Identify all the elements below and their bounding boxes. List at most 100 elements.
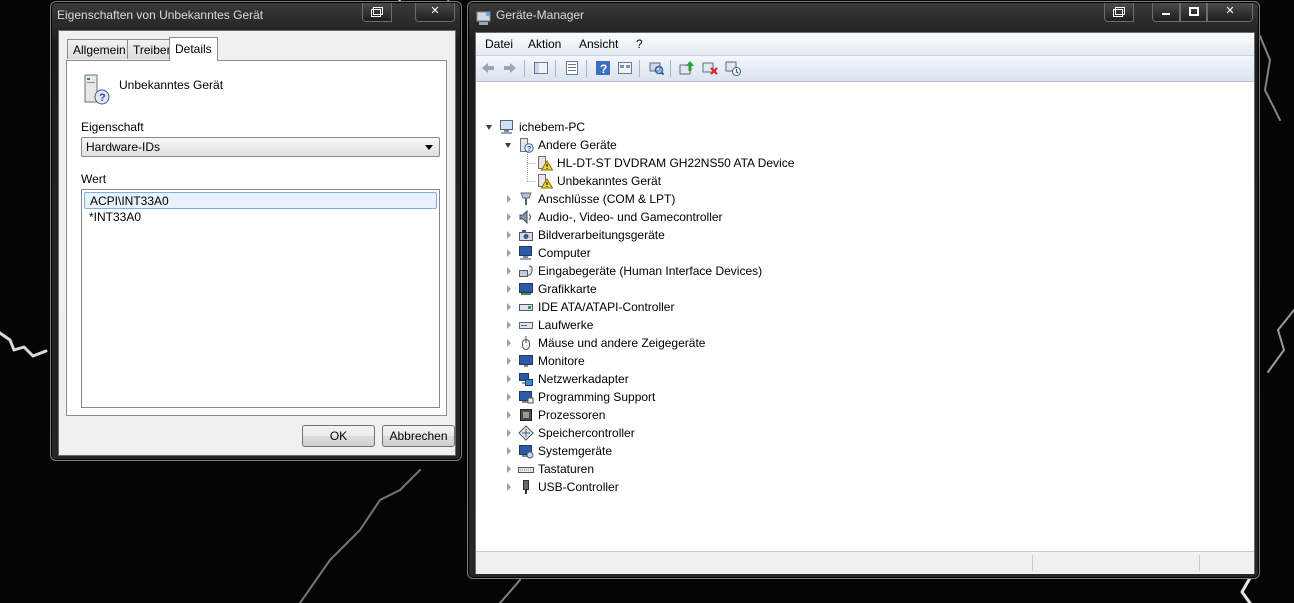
window-restore-button[interactable] <box>1104 3 1134 22</box>
status-divider <box>1199 555 1200 571</box>
expand-toggle-category[interactable] <box>507 393 511 401</box>
menu-file[interactable]: Datei <box>485 37 513 51</box>
disable-icon[interactable] <box>725 60 741 76</box>
dialog-close-button[interactable]: ✕ <box>415 3 455 22</box>
details-tab-panel: ? Unbekanntes Gerät Eigenschaft Hardware… <box>66 60 447 416</box>
update-driver-icon[interactable] <box>679 60 695 76</box>
expand-toggle-category[interactable] <box>507 375 511 383</box>
dialog-title: Eigenschaften von Unbekanntes Gerät <box>57 8 264 22</box>
tree-node-label: Mäuse und andere Zeigegeräte <box>538 336 706 350</box>
network-adapter-icon <box>519 373 533 386</box>
window-client-area: Datei Aktion Ansicht ? ? ichebem-PC ? An… <box>475 32 1255 574</box>
disk-drive-icon <box>519 322 533 329</box>
property-select[interactable]: Hardware-IDs <box>81 137 440 157</box>
camera-icon <box>519 230 533 241</box>
display-adapter-icon <box>519 283 533 295</box>
list-item[interactable]: *INT33A0 <box>84 209 437 226</box>
console-tree-icon[interactable] <box>533 60 549 76</box>
expand-toggle-category[interactable] <box>507 267 511 275</box>
view-icon[interactable] <box>617 60 633 76</box>
unknown-device-icon: ? <box>520 138 534 153</box>
list-item[interactable]: ACPI\INT33A0 <box>84 192 437 209</box>
computer-icon <box>500 120 513 134</box>
dialog-client-area: Allgemein Treiber Details ? Unbekanntes … <box>58 30 456 456</box>
svg-text:?: ? <box>600 62 607 76</box>
menu-view[interactable]: Ansicht <box>579 37 618 51</box>
svg-text:?: ? <box>527 146 531 153</box>
tree-node-label: Anschlüsse (COM & LPT) <box>538 192 676 206</box>
tree-node-label: Netzwerkadapter <box>538 372 629 386</box>
expand-toggle-category[interactable] <box>507 285 511 293</box>
tree-node-label: Andere Geräte <box>538 138 617 152</box>
unknown-device-icon: ? <box>84 74 110 105</box>
expand-toggle-category[interactable] <box>507 339 511 347</box>
expand-toggle-category[interactable] <box>507 411 511 419</box>
expand-toggle-other-devices[interactable] <box>505 143 511 148</box>
expand-toggle-category[interactable] <box>507 249 511 257</box>
menu-action[interactable]: Aktion <box>528 37 561 51</box>
minimize-button[interactable] <box>1152 3 1180 22</box>
properties-icon[interactable] <box>564 60 580 76</box>
forward-icon[interactable] <box>502 60 518 76</box>
toolbar: ? <box>476 56 1254 82</box>
value-label: Wert <box>81 172 107 186</box>
menu-bar: Datei Aktion Ansicht ? <box>476 33 1254 56</box>
warning-device-icon <box>538 174 553 189</box>
device-tree[interactable]: ichebem-PC ? Andere Geräte HL-DT-ST DVDR… <box>476 82 1254 550</box>
help-icon[interactable]: ? <box>595 60 611 76</box>
computer-icon <box>519 246 532 260</box>
storage-controller-icon <box>518 425 534 441</box>
value-list[interactable]: ACPI\INT33A0 *INT33A0 <box>81 189 440 408</box>
property-label: Eigenschaft <box>81 120 144 134</box>
tree-node-label: Prozessoren <box>538 408 606 422</box>
tree-node-label: IDE ATA/ATAPI-Controller <box>538 300 675 314</box>
processor-icon <box>520 409 532 421</box>
dialog-restore-button[interactable] <box>362 3 392 22</box>
tree-node-label: Audio-, Video- und Gamecontroller <box>538 210 723 224</box>
expand-toggle-category[interactable] <box>507 465 511 473</box>
svg-text:?: ? <box>99 92 106 104</box>
cancel-button[interactable]: Abbrechen <box>382 425 455 447</box>
expand-toggle-category[interactable] <box>507 303 511 311</box>
tree-node-label: Computer <box>538 246 591 260</box>
expand-toggle-category[interactable] <box>507 357 511 365</box>
close-icon: ✕ <box>430 5 440 17</box>
ide-controller-icon <box>519 304 533 311</box>
close-icon: ✕ <box>1225 5 1235 17</box>
maximize-button[interactable] <box>1180 3 1207 22</box>
tree-node-label: Monitore <box>538 354 585 368</box>
status-divider <box>1032 555 1033 571</box>
back-icon[interactable] <box>480 60 496 76</box>
scan-hardware-icon[interactable] <box>648 60 664 76</box>
maximize-icon <box>1188 7 1199 16</box>
minimize-icon <box>1162 13 1170 15</box>
speaker-icon <box>519 209 531 225</box>
expand-toggle-category[interactable] <box>507 231 511 239</box>
monitor-icon <box>519 355 533 367</box>
tab-details[interactable]: Details <box>169 37 218 61</box>
expand-toggle-category[interactable] <box>507 213 511 221</box>
ok-button[interactable]: OK <box>302 425 375 447</box>
expand-toggle-root[interactable] <box>486 125 492 130</box>
hid-icon <box>519 265 533 277</box>
usb-icon <box>523 480 529 494</box>
expand-toggle-category[interactable] <box>507 483 511 491</box>
mouse-icon <box>522 336 530 350</box>
uninstall-icon[interactable] <box>702 60 718 76</box>
expand-toggle-category[interactable] <box>507 195 511 203</box>
expand-toggle-category[interactable] <box>507 447 511 455</box>
keyboard-icon <box>518 467 534 473</box>
expand-toggle-category[interactable] <box>507 321 511 329</box>
tree-node-label: Systemgeräte <box>538 444 613 458</box>
warning-device-icon <box>538 156 553 171</box>
menu-help[interactable]: ? <box>636 37 643 51</box>
tree-node-label: Eingabegeräte (Human Interface Devices) <box>538 264 763 278</box>
window-close-button[interactable]: ✕ <box>1207 3 1253 22</box>
tree-node-label: Tastaturen <box>538 462 595 476</box>
tree-node-label: USB-Controller <box>538 480 619 494</box>
property-select-value: Hardware-IDs <box>86 140 161 154</box>
status-bar <box>476 551 1254 574</box>
expand-toggle-category[interactable] <box>507 429 511 437</box>
tab-general[interactable]: Allgemein <box>67 39 132 59</box>
device-manager-app-icon <box>476 11 491 25</box>
